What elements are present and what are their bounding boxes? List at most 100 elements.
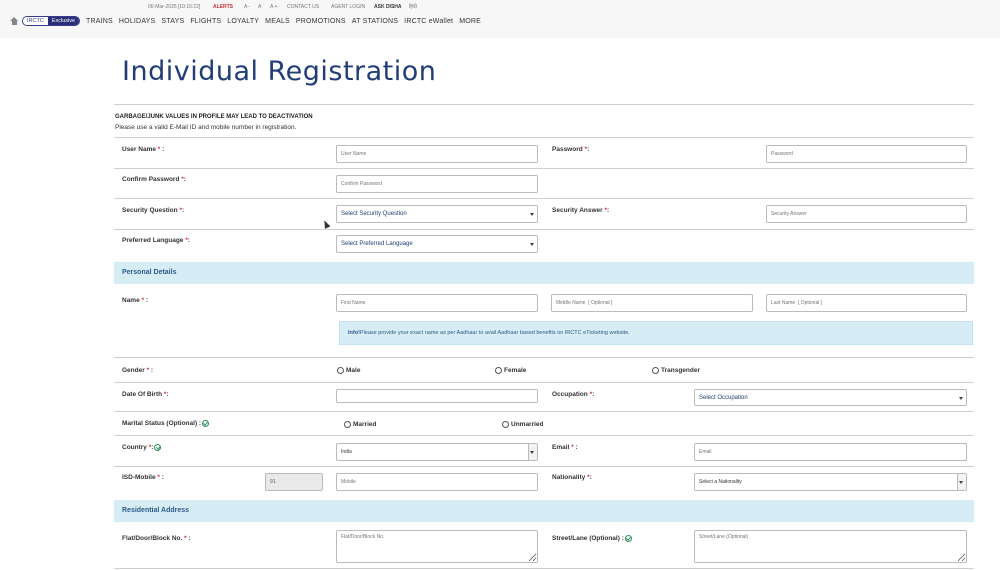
divider	[114, 466, 974, 467]
security-answer-label: Security Answer *:	[552, 207, 610, 214]
occupation-select[interactable]: Select Occupation	[694, 389, 967, 406]
irctc-exclusive-badge[interactable]: IRCTC Exclusive	[22, 16, 81, 26]
country-value: India	[341, 449, 352, 455]
nationality-label: Nationality *:	[552, 474, 592, 481]
occupation-label: Occupation *:	[552, 391, 595, 398]
top-bar: 06-Mar-2025 [10:16:22] ALERTS A - A A + …	[0, 0, 1000, 38]
radio-icon	[652, 367, 659, 374]
chevron-down-icon	[959, 481, 963, 484]
password-input[interactable]	[766, 145, 967, 163]
nav-more[interactable]: MORE	[459, 18, 481, 25]
mobile-input[interactable]	[336, 473, 538, 491]
marital-status-label: Marital Status (Optional) :	[122, 420, 210, 427]
divider	[114, 382, 974, 383]
divider	[114, 198, 974, 199]
registration-note: Please use a valid E-Mail ID and mobile …	[115, 124, 297, 131]
mouse-cursor-icon	[321, 219, 331, 229]
divider	[114, 568, 974, 569]
nav-ewallet[interactable]: IRCTC eWallet	[404, 18, 453, 25]
confirm-password-input[interactable]	[336, 175, 538, 193]
font-increase[interactable]: A +	[270, 4, 277, 10]
street-input[interactable]	[694, 530, 967, 563]
home-icon[interactable]	[10, 17, 18, 25]
nav-loyalty[interactable]: LOYALTY	[227, 18, 259, 25]
email-input[interactable]	[694, 443, 967, 461]
font-normal[interactable]: A	[258, 4, 261, 10]
preferred-language-select[interactable]: Select Preferred Language	[336, 235, 538, 253]
check-circle-icon	[624, 535, 632, 542]
street-label: Street/Lane (Optional) :	[552, 535, 632, 542]
isd-code-input: 91	[265, 473, 323, 491]
main-nav: IRCTC Exclusive TRAINS HOLIDAYS STAYS FL…	[10, 16, 487, 26]
country-select[interactable]: India	[336, 443, 538, 461]
name-label: Name * :	[122, 297, 149, 304]
nav-trains[interactable]: TRAINS	[86, 18, 113, 25]
divider	[114, 411, 974, 412]
divider	[114, 137, 974, 138]
security-question-label: Security Question *:	[122, 207, 185, 214]
marital-unmarried-radio[interactable]: Unmarried	[502, 421, 544, 428]
nationality-value: Select a Nationality	[699, 479, 742, 485]
email-label: Email * :	[552, 444, 578, 451]
chevron-down-icon	[959, 396, 963, 400]
chevron-down-icon	[530, 451, 534, 454]
security-answer-input[interactable]	[766, 205, 967, 223]
divider	[114, 357, 974, 358]
gender-label: Gender * :	[122, 367, 154, 374]
isd-mobile-label: ISD-Mobile * :	[122, 474, 164, 481]
info-bold: Info!	[348, 330, 360, 336]
section-title: Personal Details	[122, 269, 177, 276]
check-circle-icon	[202, 420, 210, 427]
info-text: Please provide your exact name as per Aa…	[359, 330, 630, 336]
datetime: 06-Mar-2025 [10:16:22]	[148, 4, 201, 10]
radio-icon	[337, 367, 344, 374]
preferred-language-value: Select Preferred Language	[341, 241, 413, 247]
gender-female-radio[interactable]: Female	[495, 367, 526, 374]
page-title: Individual Registration	[122, 56, 437, 87]
preferred-language-label: Preferred Language *:	[122, 237, 190, 244]
chevron-down-icon	[530, 213, 534, 216]
contact-us-link[interactable]: CONTACT US	[287, 4, 319, 10]
confirm-password-label: Confirm Password *:	[122, 176, 186, 183]
country-label: Country *:	[122, 444, 162, 451]
chevron-down-icon	[530, 243, 534, 246]
flat-input[interactable]	[336, 530, 538, 563]
deactivation-warning: GARBAGE/JUNK VALUES IN PROFILE MAY LEAD …	[115, 114, 313, 120]
ask-disha-link[interactable]: ASK DISHA	[374, 4, 402, 10]
radio-icon	[495, 367, 502, 374]
marital-married-radio[interactable]: Married	[344, 421, 376, 428]
password-label: Password *:	[552, 146, 590, 153]
residential-address-header: Residential Address	[114, 500, 974, 522]
nav-stays[interactable]: STAYS	[161, 18, 184, 25]
gender-transgender-radio[interactable]: Transgender	[652, 367, 700, 374]
flat-label: Flat/Door/Block No. * :	[122, 535, 191, 542]
nav-meals[interactable]: MEALS	[265, 18, 290, 25]
dob-label: Date Of Birth *:	[122, 391, 169, 398]
nav-holidays[interactable]: HOLIDAYS	[119, 18, 155, 25]
irctc-label: IRCTC	[23, 17, 48, 25]
nav-promotions[interactable]: PROMOTIONS	[296, 18, 346, 25]
nav-flights[interactable]: FLIGHTS	[190, 18, 221, 25]
middle-name-input[interactable]	[551, 294, 753, 312]
first-name-input[interactable]	[336, 294, 538, 312]
occupation-value: Select Occupation	[699, 394, 748, 401]
aadhaar-info-box: Info!Please provide your exact name as p…	[339, 321, 973, 345]
dob-input[interactable]	[336, 389, 538, 403]
hindi-link[interactable]: हिंदी	[409, 4, 417, 10]
font-decrease[interactable]: A -	[244, 4, 250, 10]
username-label: User Name * :	[122, 146, 165, 153]
divider	[114, 104, 974, 105]
security-question-select[interactable]: Select Security Question	[336, 205, 538, 223]
radio-icon	[502, 421, 509, 428]
last-name-input[interactable]	[766, 294, 967, 312]
gender-male-radio[interactable]: Male	[337, 367, 360, 374]
nationality-select[interactable]: Select a Nationality	[694, 473, 967, 491]
alerts-link[interactable]: ALERTS	[213, 4, 233, 10]
divider	[114, 435, 974, 436]
section-title: Residential Address	[122, 507, 190, 514]
agent-login-link[interactable]: AGENT LOGIN	[331, 4, 365, 10]
divider	[114, 229, 974, 230]
divider	[114, 168, 974, 169]
nav-at-stations[interactable]: AT STATIONS	[352, 18, 398, 25]
username-input[interactable]	[336, 145, 538, 163]
